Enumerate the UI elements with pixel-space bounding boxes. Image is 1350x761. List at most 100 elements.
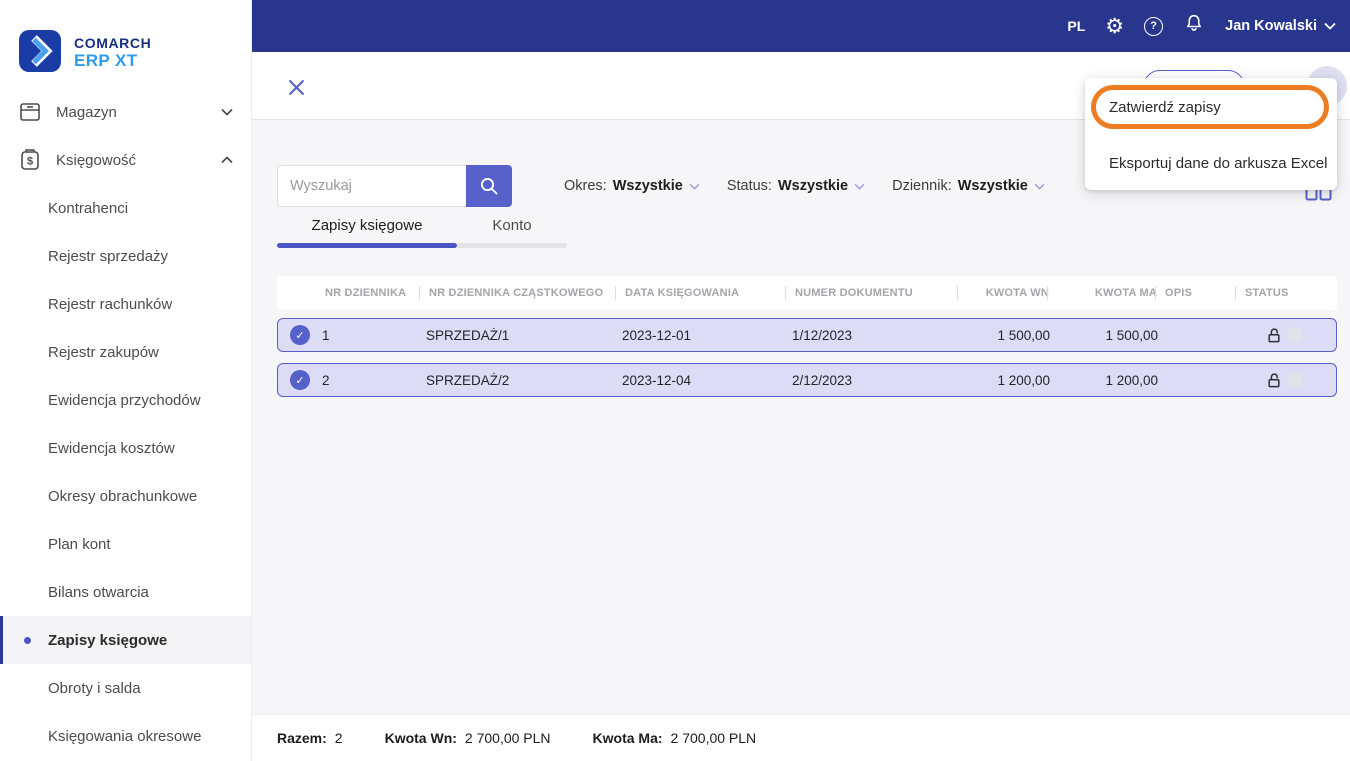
bell-icon <box>1183 12 1205 40</box>
menu-item-label: Zatwierdź zapisy <box>1109 98 1221 116</box>
sidebar: COMARCH ERP XT Magazyn $ Księgowość Kont… <box>0 0 252 761</box>
row-selected-checkbox[interactable]: ✓ <box>290 370 310 390</box>
sidebar-item-obroty-i-salda[interactable]: Obroty i salda <box>0 664 251 712</box>
table-row[interactable]: ✓ 1 SPRZEDAŻ/1 2023-12-01 1/12/2023 1 50… <box>277 318 1337 352</box>
chevron-down-icon <box>1034 183 1045 190</box>
cell-numer-dokumentu: 2/12/2023 <box>792 372 853 388</box>
search-bar <box>277 165 512 207</box>
summary-value: 2 <box>334 730 343 746</box>
sidebar-item-magazyn[interactable]: Magazyn <box>0 88 251 136</box>
sidebar-item-okresy-obrachunkowe[interactable]: Okresy obrachunkowe <box>0 472 251 520</box>
cell-kwota-ma: 1 200,00 <box>1105 372 1158 388</box>
sidebar-item-rejestr-zakupow[interactable]: Rejestr zakupów <box>0 328 251 376</box>
filter-okres[interactable]: Okres: Wszystkie <box>564 178 700 194</box>
money-icon: $ <box>18 149 42 171</box>
filter-value: Wszystkie <box>612 178 683 194</box>
close-button[interactable] <box>288 79 305 96</box>
sidebar-item-plan-kont[interactable]: Plan kont <box>0 520 251 568</box>
cell-nr-dziennika: 1 <box>322 327 330 343</box>
sidebar-item-zapisy-ksiegowe[interactable]: Zapisy księgowe <box>0 616 251 664</box>
summary-label: Kwota Wn: <box>384 730 457 746</box>
help-button[interactable]: ? <box>1144 16 1164 36</box>
filter-value: Wszystkie <box>957 178 1028 194</box>
tab-zapisy-ksiegowe[interactable]: Zapisy księgowe <box>277 217 457 258</box>
column-header[interactable]: NR DZIENNIKA CZĄSTKOWEGO <box>425 287 621 299</box>
row-selected-checkbox[interactable]: ✓ <box>290 325 310 345</box>
summary-value: 2 700,00 PLN <box>670 730 757 746</box>
close-icon <box>289 80 304 95</box>
filter-dziennik[interactable]: Dziennik: Wszystkie <box>892 178 1045 194</box>
chevron-up-icon <box>221 156 233 164</box>
sidebar-item-ewidencja-przychodow[interactable]: Ewidencja przychodów <box>0 376 251 424</box>
cell-kwota-ma: 1 500,00 <box>1105 327 1158 343</box>
tab-label: Konto <box>492 217 532 234</box>
sidebar-item-label: Plan kont <box>48 535 111 553</box>
sidebar-item-kontrahenci[interactable]: Kontrahenci <box>0 184 251 232</box>
column-header[interactable]: NR DZIENNIKA <box>321 287 425 299</box>
search-button[interactable] <box>466 165 512 207</box>
cell-data-ksiegowania: 2023-12-01 <box>622 327 692 343</box>
sidebar-item-ksiegowosc[interactable]: $ Księgowość <box>0 136 251 184</box>
sidebar-item-bilans-otwarcia[interactable]: Bilans otwarcia <box>0 568 251 616</box>
search-icon <box>480 177 498 195</box>
table-header: NR DZIENNIKA NR DZIENNIKA CZĄSTKOWEGO DA… <box>277 276 1337 310</box>
sidebar-item-label: Kontrahenci <box>48 199 129 217</box>
filter-status[interactable]: Status: Wszystkie <box>727 178 865 194</box>
settings-button[interactable]: ⚙ <box>1105 13 1125 38</box>
sidebar-item-label: Zapisy księgowe <box>48 631 168 649</box>
sidebar-item-rejestr-sprzedazy[interactable]: Rejestr sprzedaży <box>0 232 251 280</box>
comarch-logo: COMARCH ERP XT <box>0 0 251 88</box>
summary-kwota-wn: Kwota Wn: 2 700,00 PLN <box>385 730 551 746</box>
sidebar-item-label: Księgowość <box>56 151 137 169</box>
column-header[interactable]: KWOTA WN <box>963 287 1053 299</box>
sidebar-item-label: Obroty i salda <box>48 679 141 697</box>
column-header[interactable]: KWOTA MA <box>1053 287 1161 299</box>
unlock-icon <box>1268 372 1280 387</box>
unlock-icon <box>1268 327 1280 342</box>
table-row[interactable]: ✓ 2 SPRZEDAŻ/2 2023-12-04 2/12/2023 1 20… <box>277 363 1337 397</box>
sidebar-item-ewidencja-kosztow[interactable]: Ewidencja kosztów <box>0 424 251 472</box>
chevron-down-icon <box>854 183 865 190</box>
column-header[interactable]: NUMER DOKUMENTU <box>791 287 963 299</box>
summary-kwota-ma: Kwota Ma: 2 700,00 PLN <box>593 730 757 746</box>
summary-label: Kwota Ma: <box>592 730 663 746</box>
filter-label: Dziennik: <box>892 178 952 194</box>
tab-konto[interactable]: Konto <box>457 217 567 258</box>
cell-numer-dokumentu: 1/12/2023 <box>792 327 853 343</box>
column-header[interactable]: OPIS <box>1161 287 1241 299</box>
filter-value: Wszystkie <box>777 178 849 194</box>
tab-label: Zapisy księgowe <box>311 217 423 234</box>
column-header[interactable]: DATA KSIĘGOWANIA <box>621 287 791 299</box>
user-name: Jan Kowalski <box>1225 18 1317 34</box>
notifications-button[interactable] <box>1183 12 1205 40</box>
filter-label: Status: <box>726 178 772 194</box>
gear-icon: ⚙ <box>1105 13 1125 38</box>
cell-nr-dziennika-czastkowego: SPRZEDAŻ/2 <box>426 372 510 388</box>
chevron-down-icon <box>1324 17 1336 35</box>
column-header[interactable]: STATUS <box>1241 287 1337 299</box>
comarch-logo-icon <box>18 29 62 78</box>
inactive-tab-indicator <box>457 243 567 248</box>
user-menu[interactable]: Jan Kowalski <box>1225 17 1336 35</box>
sidebar-item-label: Księgowania okresowe <box>48 727 202 745</box>
main-content: Okres: Wszystkie Status: Wszystkie Dzien… <box>252 120 1350 715</box>
summary-razem: Razem: 2 <box>277 730 343 746</box>
menu-item-zatwierdz-zapisy[interactable]: Zatwierdź zapisy <box>1085 78 1337 136</box>
language-selector[interactable]: PL <box>1067 18 1085 34</box>
chevron-down-icon <box>689 183 700 190</box>
sidebar-item-ksiegowania-okresowe[interactable]: Księgowania okresowe <box>0 712 251 760</box>
summary-label: Razem: <box>277 730 327 746</box>
menu-item-eksportuj-excel[interactable]: Eksportuj dane do arkusza Excel <box>1085 136 1337 190</box>
status-indicator <box>1287 372 1303 388</box>
sidebar-item-label: Rejestr zakupów <box>48 343 159 361</box>
svg-text:$: $ <box>27 156 33 168</box>
sidebar-item-rejestr-rachunkow[interactable]: Rejestr rachunków <box>0 280 251 328</box>
cell-status <box>1242 372 1336 389</box>
tab-bar: Zapisy księgowe Konto <box>277 217 567 258</box>
sidebar-item-label: Rejestr rachunków <box>48 295 173 313</box>
sidebar-item-label: Rejestr sprzedaży <box>48 247 169 265</box>
search-input[interactable] <box>277 165 466 207</box>
actions-dropdown-menu: Zatwierdź zapisy Eksportuj dane do arkus… <box>1085 78 1337 190</box>
warehouse-box-icon <box>18 102 42 122</box>
sidebar-item-label: Ewidencja kosztów <box>48 439 175 457</box>
